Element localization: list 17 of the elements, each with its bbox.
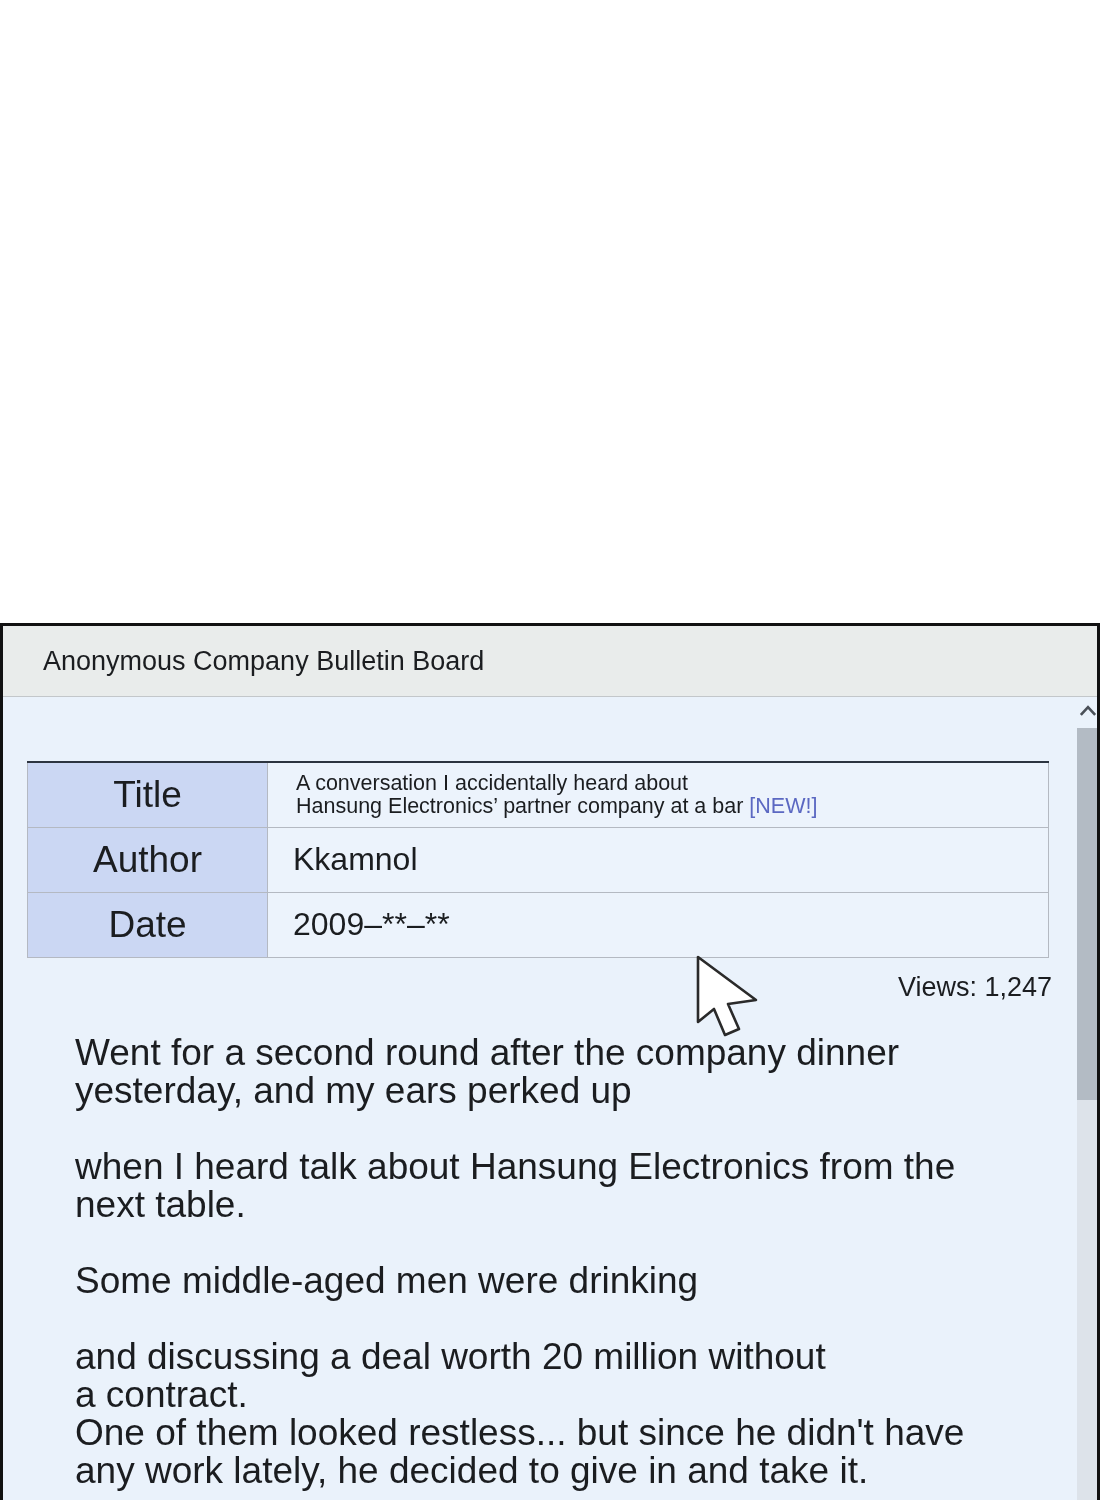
view-count: Views: 1,247 bbox=[897, 970, 1052, 1003]
field-label: Date bbox=[27, 892, 268, 957]
new-label: [NEW!] bbox=[749, 793, 818, 818]
scroll-up-icon[interactable] bbox=[1079, 705, 1097, 716]
field-label: Author bbox=[27, 827, 268, 892]
post-paragraph: when I heard talk about Hansung Electronics from the next table. bbox=[75, 1147, 957, 1224]
window-title: Anonymous Company Bulletin Board bbox=[43, 645, 485, 677]
table-cell: Kkamnol bbox=[267, 827, 1049, 892]
table-cell: 2009–**–** bbox=[267, 892, 1049, 957]
post-paragraph: Went for a second round after the company dinner yesterday, and my ears perked up bbox=[75, 1033, 901, 1110]
post-paragraph: and discussing a deal worth 20 million without a contract. One of them looked restless... but since he didn't have any work lately, he decided to give in and take it. bbox=[75, 1337, 966, 1490]
post-paragraph: Some middle-aged men were drinking bbox=[75, 1261, 700, 1300]
cursor-icon bbox=[695, 954, 759, 1038]
field-label: Title bbox=[27, 762, 268, 827]
scrollbar-thumb[interactable] bbox=[1077, 728, 1097, 1100]
post-title: A conversation I accidentally heard about Hansung Electronics’ partner company at a bar bbox=[296, 770, 744, 818]
scrollbar-track[interactable] bbox=[1077, 728, 1097, 1500]
